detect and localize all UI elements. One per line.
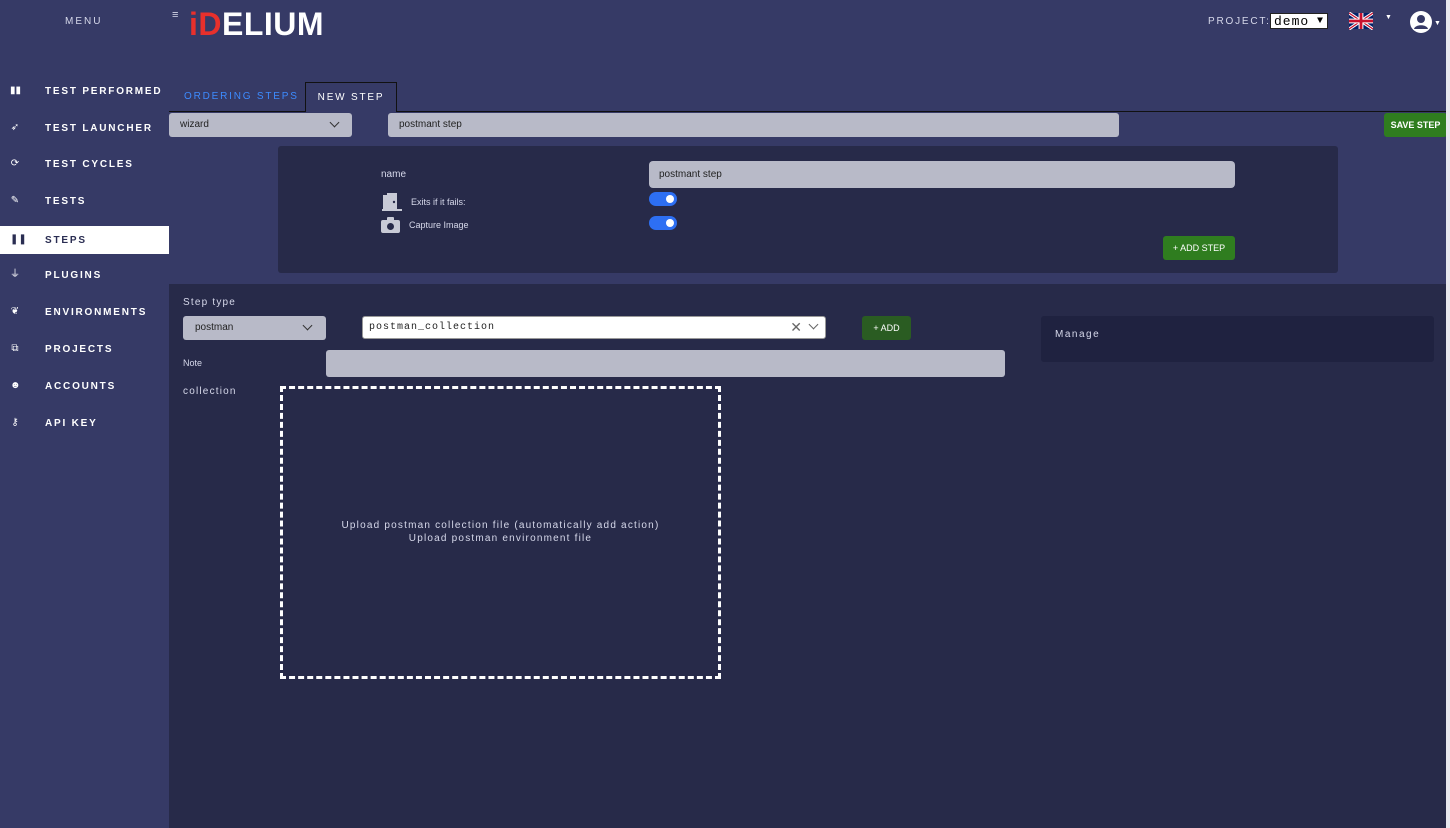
key-icon: ⚷ — [11, 417, 19, 428]
sidebar-item-environments[interactable]: ❦ ENVIRONMENTS — [0, 298, 169, 326]
chevron-down-icon — [329, 117, 340, 128]
uk-flag-icon[interactable] — [1349, 12, 1373, 30]
name-label: name — [381, 169, 407, 180]
step-title-input[interactable]: postmant step — [388, 113, 1119, 137]
tab-divider-gap — [306, 111, 396, 112]
sidebar-item-label: TEST PERFORMED — [45, 85, 163, 97]
step-type-label: Step type — [183, 297, 237, 308]
sidebar-item-steps[interactable]: ❚❚ STEPS — [0, 226, 169, 254]
capture-image-toggle[interactable] — [649, 216, 677, 230]
footsteps-icon: ❚❚ — [10, 234, 27, 245]
collection-label: collection — [183, 386, 237, 397]
mode-select-value: wizard — [180, 119, 209, 130]
mode-select[interactable]: wizard — [169, 113, 352, 137]
exit-on-fail-label: Exits if it fails: — [411, 197, 466, 207]
tab-new-step[interactable]: NEW STEP — [305, 82, 397, 112]
sidebar-item-label: TESTS — [45, 195, 87, 207]
exit-on-fail-toggle[interactable] — [649, 192, 677, 206]
logo: iDELIUM — [189, 6, 324, 42]
clipboard-icon: ▮▮ — [10, 85, 22, 96]
sidebar-item-label: ACCOUNTS — [45, 380, 117, 392]
sidebar-item-test-cycles[interactable]: ⟳ TEST CYCLES — [0, 150, 169, 178]
sidebar-item-projects[interactable]: ⧉ PROJECTS — [0, 335, 169, 363]
upload-environment-text[interactable]: Upload postman environment file — [280, 533, 721, 544]
note-input[interactable] — [326, 350, 1005, 377]
chevron-down-icon — [302, 320, 313, 331]
add-step-button[interactable]: + ADD STEP — [1163, 236, 1235, 260]
add-action-button[interactable]: + ADD — [862, 316, 911, 340]
sidebar-item-tests[interactable]: ✎ TESTS — [0, 187, 169, 215]
menu-label[interactable]: MENU — [65, 16, 102, 27]
sidebar-item-label: PLUGINS — [45, 269, 103, 281]
sidebar-item-label: ENVIRONMENTS — [45, 306, 148, 318]
chevron-down-icon[interactable] — [808, 319, 819, 330]
sidebar-item-test-performed[interactable]: ▮▮ TEST PERFORMED — [0, 77, 169, 105]
plug-icon: ⏚ — [10, 269, 20, 280]
logo-part-white: ELIUM — [222, 6, 325, 42]
sidebar-item-label: STEPS — [45, 234, 87, 246]
chevron-down-icon: ▼ — [1316, 16, 1324, 27]
clear-icon[interactable]: ✕ — [790, 317, 803, 338]
save-step-button[interactable]: SAVE STEP — [1384, 113, 1447, 137]
language-caret-icon[interactable]: ▼ — [1385, 14, 1392, 21]
sidebar-item-label: PROJECTS — [45, 343, 114, 355]
capture-image-label: Capture Image — [409, 220, 469, 230]
project-label: PROJECT: — [1208, 16, 1271, 27]
sync-icon: ⟳ — [10, 158, 20, 169]
leaf-icon: ❦ — [10, 306, 20, 317]
logo-part-red: iD — [189, 6, 222, 42]
sitemap-icon: ⧉ — [11, 343, 19, 354]
action-select-value: postman_collection — [369, 322, 496, 333]
camera-icon — [381, 217, 400, 233]
sidebar-item-label: API KEY — [45, 417, 98, 429]
manage-label: Manage — [1055, 329, 1101, 340]
step-type-value: postman — [195, 322, 234, 333]
sidebar-item-plugins[interactable]: ⏚ PLUGINS — [0, 261, 169, 289]
hamburger-icon[interactable]: ≡ — [172, 9, 178, 21]
sidebar-item-test-launcher[interactable]: ➶ TEST LAUNCHER — [0, 114, 169, 142]
action-select[interactable]: postman_collection ✕ — [362, 316, 826, 339]
sidebar-item-api-key[interactable]: ⚷ API KEY — [0, 409, 169, 437]
user-caret-icon[interactable]: ▼ — [1434, 20, 1441, 27]
project-select-value: demo — [1274, 14, 1310, 29]
note-label: Note — [183, 358, 203, 368]
page-scrollbar[interactable] — [1446, 0, 1450, 828]
sidebar: MENU ▮▮ TEST PERFORMED ➶ TEST LAUNCHER ⟳… — [0, 0, 169, 828]
user-circle-icon[interactable] — [1409, 10, 1433, 34]
rocket-icon: ➶ — [10, 122, 20, 133]
sidebar-item-label: TEST CYCLES — [45, 158, 134, 170]
upload-collection-text[interactable]: Upload postman collection file (automati… — [280, 520, 721, 531]
step-type-select[interactable]: postman — [183, 316, 326, 340]
sidebar-item-accounts[interactable]: ☻ ACCOUNTS — [0, 372, 169, 400]
sidebar-item-label: TEST LAUNCHER — [45, 122, 153, 134]
name-input[interactable]: postmant step — [649, 161, 1235, 188]
pencil-icon: ✎ — [10, 195, 20, 206]
door-exit-icon — [382, 193, 402, 211]
tab-ordering-steps[interactable]: ORDERING STEPS — [184, 91, 299, 102]
users-icon: ☻ — [10, 380, 21, 391]
project-select[interactable]: demo ▼ — [1270, 13, 1328, 29]
